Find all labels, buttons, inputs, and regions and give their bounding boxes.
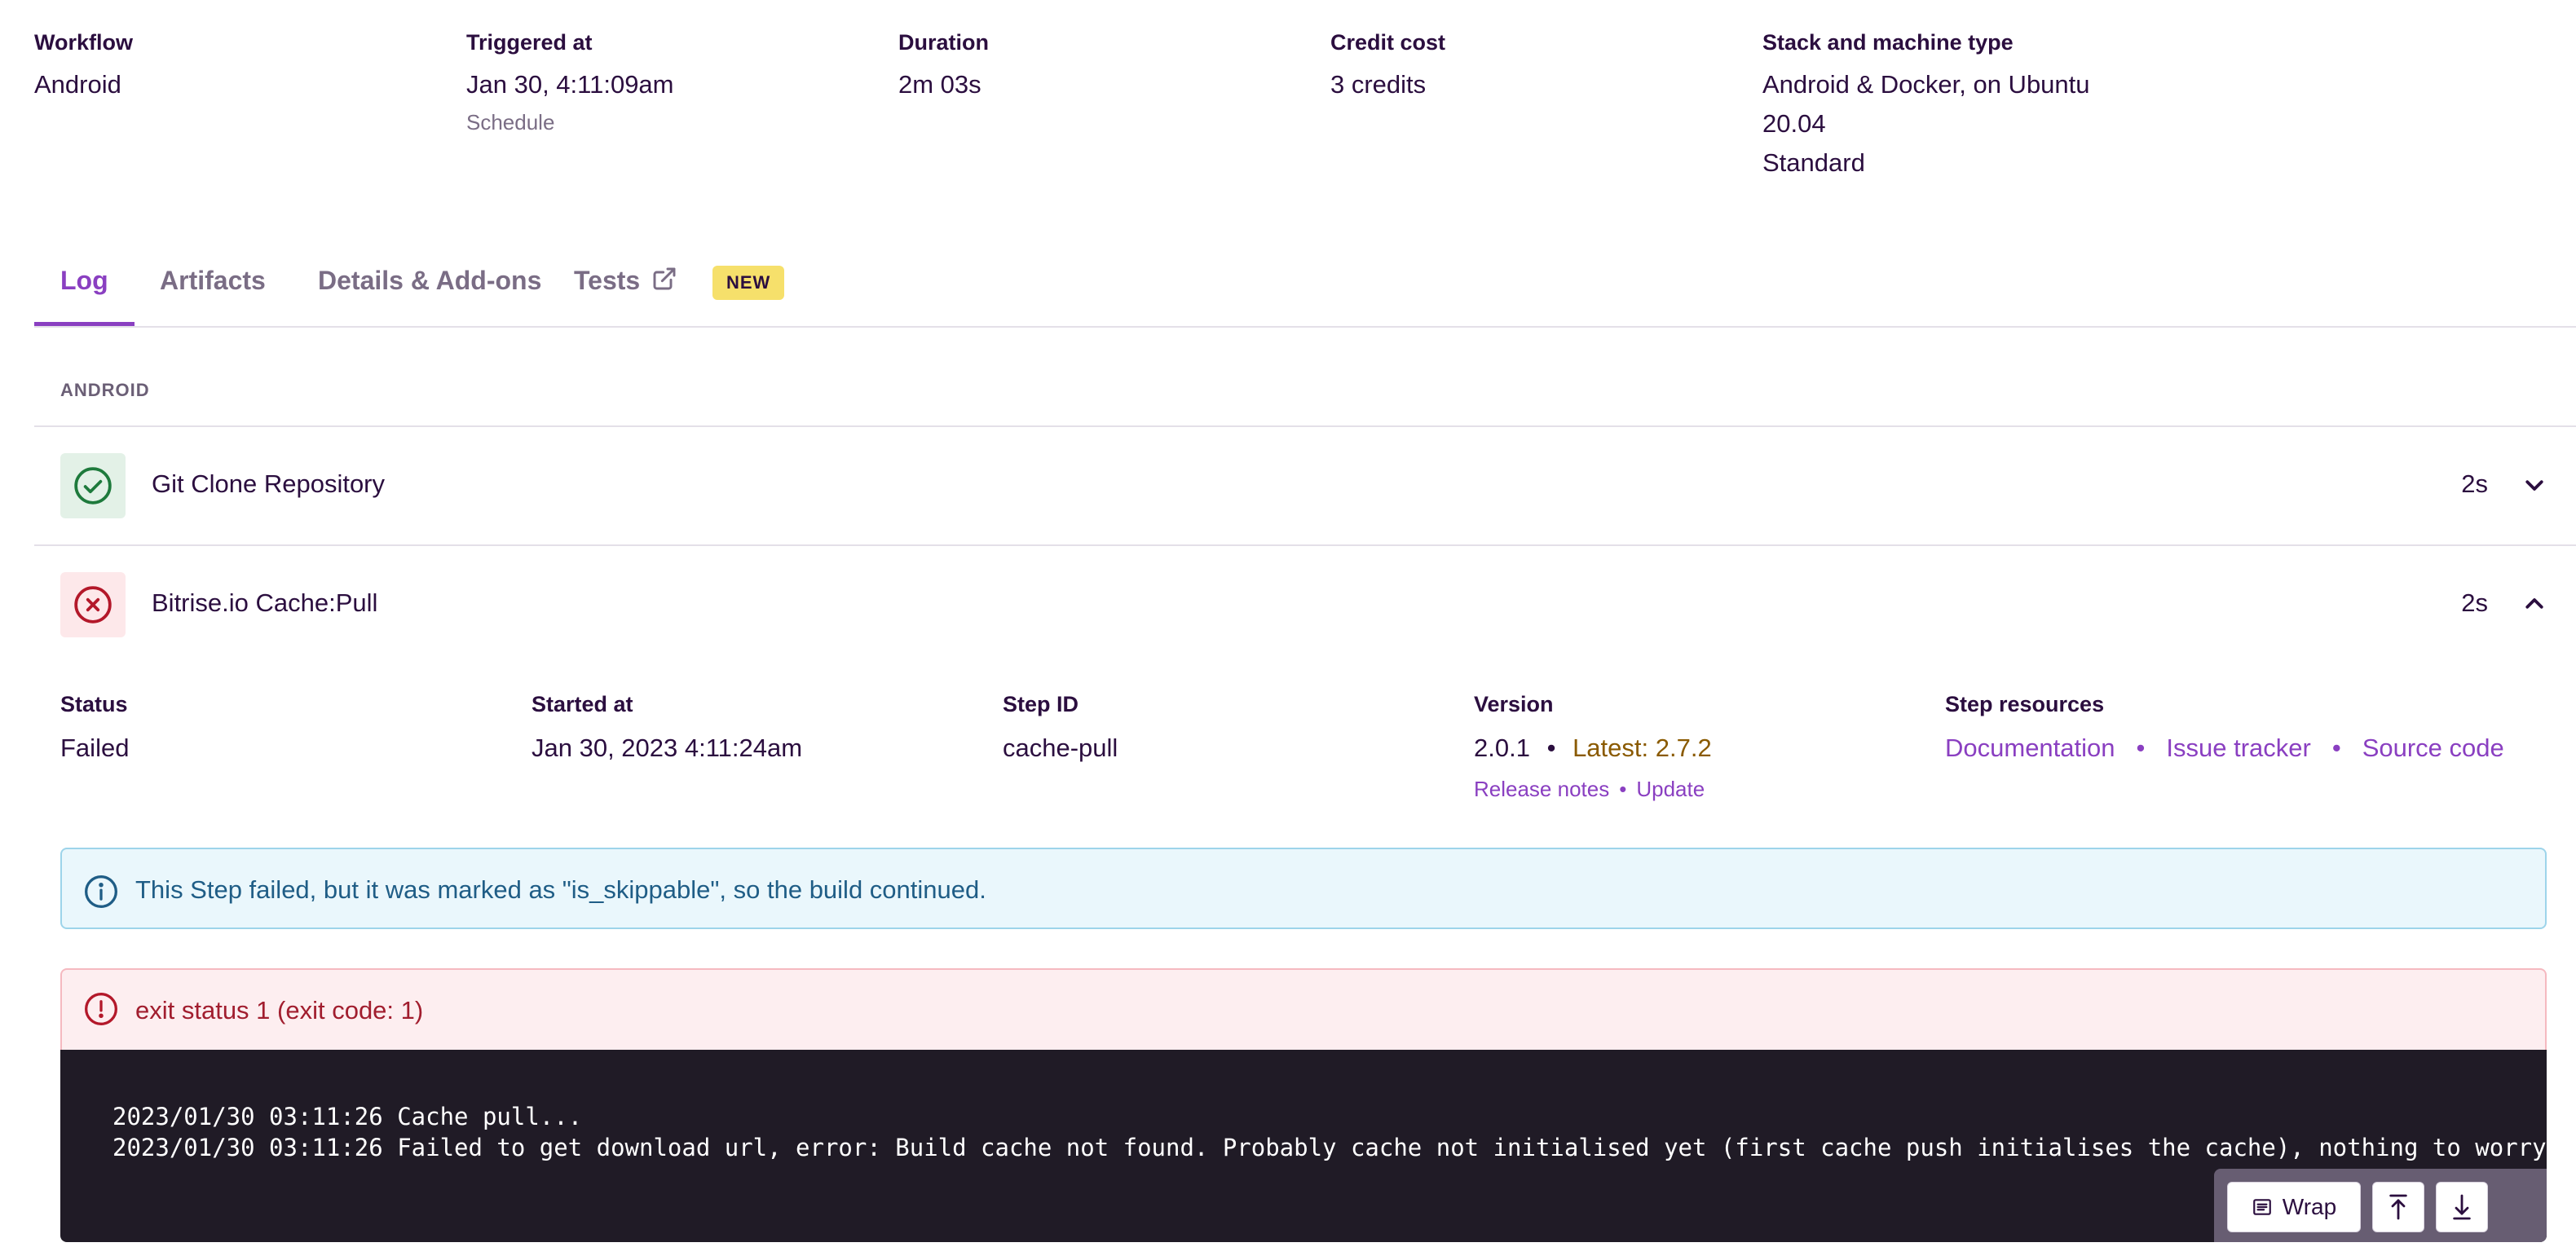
link-separator: • bbox=[2136, 734, 2146, 762]
step-resources-field: Step resources Documentation • Issue track… bbox=[1945, 688, 2504, 768]
credit-cost-label: Credit cost bbox=[1330, 30, 1446, 55]
arrow-down-icon bbox=[2450, 1192, 2473, 1222]
status-label: Status bbox=[60, 692, 128, 716]
source-code-link[interactable]: Source code bbox=[2362, 734, 2504, 762]
external-link-icon bbox=[651, 263, 677, 302]
stack-value: Android & Docker, on Ubuntu 20.04 Standa… bbox=[1762, 65, 2090, 183]
version-links: Release notes • Update bbox=[1474, 773, 1712, 805]
credit-cost-value: 3 credits bbox=[1330, 70, 1427, 99]
build-metadata: Workflow Android Triggered at Jan 30, 4:… bbox=[34, 26, 2545, 189]
step-title: Git Clone Repository bbox=[152, 469, 386, 498]
step-duration: 2s bbox=[2461, 588, 2488, 617]
step-version-field: Version 2.0.1 • Latest: 2.7.2 Release no… bbox=[1474, 688, 1712, 805]
log-line: 2023/01/30 03:11:26 Cache pull... bbox=[112, 1103, 583, 1130]
step-started-field: Started at Jan 30, 2023 4:11:24am bbox=[532, 688, 802, 768]
tab-tests[interactable]: Tests bbox=[548, 261, 704, 326]
current-version: 2.0.1 bbox=[1474, 734, 1530, 762]
wrap-label: Wrap bbox=[2282, 1194, 2337, 1219]
step-row-git-clone[interactable]: Git Clone Repository 2s bbox=[34, 427, 2576, 543]
step-title: Bitrise.io Cache:Pull bbox=[152, 588, 378, 617]
version-label: Version bbox=[1474, 692, 1554, 716]
update-link[interactable]: Update bbox=[1636, 777, 1705, 801]
chevron-up-icon[interactable] bbox=[2522, 592, 2547, 616]
duration-value: 2m 03s bbox=[898, 70, 981, 99]
skippable-info-banner: This Step failed, but it was marked as "… bbox=[60, 848, 2547, 929]
step-resources-label: Step resources bbox=[1945, 692, 2105, 716]
info-icon bbox=[83, 874, 119, 914]
step-id-field: Step ID cache-pull bbox=[1003, 688, 1118, 768]
triggered-at-field: Triggered at Jan 30, 4:11:09am Schedule bbox=[466, 26, 674, 139]
log-output[interactable]: 2023/01/30 03:11:26 Cache pull... 2023/0… bbox=[60, 1050, 2547, 1242]
step-status-field: Status Failed bbox=[60, 688, 129, 768]
triggered-at-label: Triggered at bbox=[466, 30, 593, 55]
scroll-to-top-button[interactable] bbox=[2372, 1182, 2424, 1232]
workflow-value: Android bbox=[34, 70, 121, 99]
tab-tests-label: Tests bbox=[574, 266, 641, 295]
build-tabs: Log Artifacts Details & Add-ons Tests bbox=[34, 245, 2576, 328]
release-notes-link[interactable]: Release notes bbox=[1474, 777, 1609, 801]
scroll-to-bottom-button[interactable] bbox=[2436, 1182, 2488, 1232]
started-at-value: Jan 30, 2023 4:11:24am bbox=[532, 734, 803, 762]
link-separator: • bbox=[1619, 777, 1627, 801]
chevron-down-icon[interactable] bbox=[2522, 473, 2547, 497]
wrap-icon bbox=[2252, 1196, 2273, 1218]
new-badge: NEW bbox=[712, 266, 785, 300]
stack-field: Stack and machine type Android & Docker,… bbox=[1762, 26, 2090, 183]
link-separator: • bbox=[2331, 734, 2341, 762]
step-id-value: cache-pull bbox=[1003, 734, 1118, 762]
stack-label: Stack and machine type bbox=[1762, 30, 2014, 55]
alert-circle-icon bbox=[83, 991, 119, 1031]
tab-details-addons[interactable]: Details & Add-ons bbox=[292, 261, 567, 326]
duration-field: Duration 2m 03s bbox=[898, 26, 989, 104]
step-id-label: Step ID bbox=[1003, 692, 1079, 716]
info-message: This Step failed, but it was marked as "… bbox=[135, 875, 986, 904]
issue-tracker-link[interactable]: Issue tracker bbox=[2166, 734, 2310, 762]
workflow-section-label: ANDROID bbox=[60, 380, 150, 400]
error-message: exit status 1 (exit code: 1) bbox=[135, 996, 424, 1024]
status-value: Failed bbox=[60, 734, 130, 762]
error-banner: exit status 1 (exit code: 1) bbox=[60, 968, 2547, 1050]
x-circle-icon bbox=[60, 572, 126, 637]
version-value: 2.0.1 • Latest: 2.7.2 bbox=[1474, 729, 1712, 768]
step-row-cache-pull[interactable]: Bitrise.io Cache:Pull 2s bbox=[34, 546, 2576, 662]
step-duration: 2s bbox=[2461, 469, 2488, 498]
latest-version: Latest: 2.7.2 bbox=[1573, 734, 1712, 762]
arrow-up-icon bbox=[2387, 1192, 2410, 1222]
documentation-link[interactable]: Documentation bbox=[1945, 734, 2115, 762]
tab-log[interactable]: Log bbox=[34, 261, 135, 326]
step-details: Status Failed Started at Jan 30, 2023 4:… bbox=[60, 688, 2547, 810]
log-line: 2023/01/30 03:11:26 Failed to get downlo… bbox=[112, 1134, 2547, 1161]
duration-label: Duration bbox=[898, 30, 989, 55]
stack-line-1: Android & Docker, on Ubuntu bbox=[1762, 70, 2090, 99]
wrap-button[interactable]: Wrap bbox=[2227, 1182, 2361, 1232]
step-resources-links: Documentation • Issue tracker • Source code bbox=[1945, 729, 2504, 768]
stack-line-2: 20.04 bbox=[1762, 109, 1826, 138]
trigger-type: Schedule bbox=[466, 110, 555, 134]
check-circle-icon bbox=[60, 453, 126, 518]
tab-artifacts[interactable]: Artifacts bbox=[134, 261, 292, 326]
workflow-field: Workflow Android bbox=[34, 26, 133, 104]
credit-cost-field: Credit cost 3 credits bbox=[1330, 26, 1445, 104]
version-separator: • bbox=[1546, 734, 1556, 762]
workflow-label: Workflow bbox=[34, 30, 133, 55]
log-toolbar: Wrap bbox=[2214, 1169, 2547, 1242]
started-at-label: Started at bbox=[532, 692, 633, 716]
triggered-at-value: Jan 30, 4:11:09am bbox=[466, 70, 674, 99]
stack-line-3: Standard bbox=[1762, 148, 1865, 177]
